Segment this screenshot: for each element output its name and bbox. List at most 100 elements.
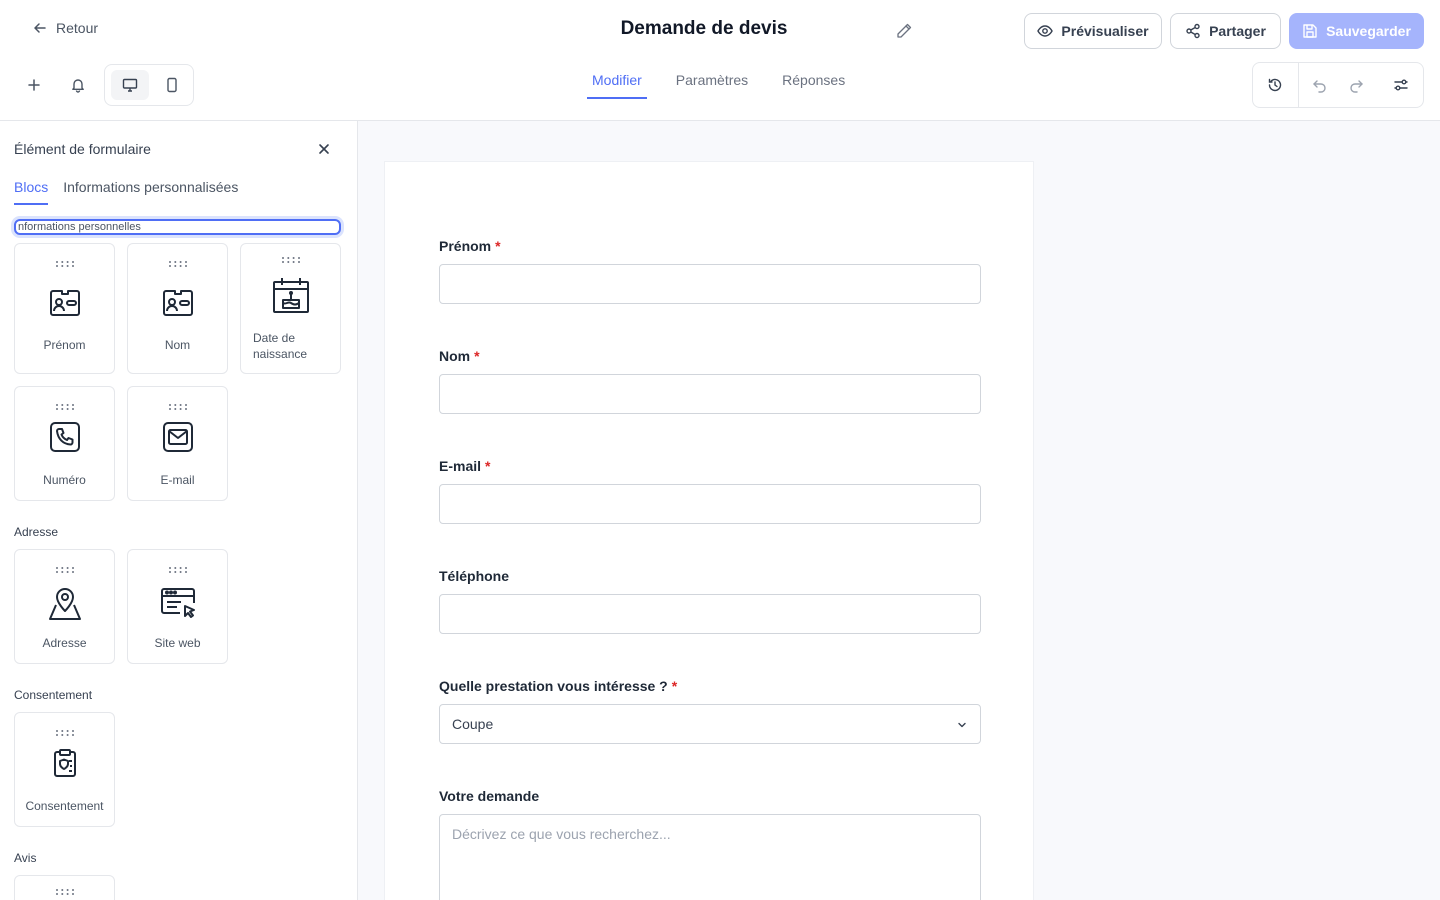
- drag-handle-icon: [168, 567, 187, 573]
- smartphone-icon: [167, 77, 177, 93]
- main-tabs: Modifier Paramètres Réponses: [587, 70, 850, 99]
- sidebar-tabs: Blocs Informations personnalisées: [14, 179, 238, 205]
- chevron-down-icon: [958, 722, 966, 728]
- email-input[interactable]: [439, 484, 981, 524]
- map-pin-icon: [48, 588, 81, 620]
- save-label: Sauvegarder: [1326, 23, 1411, 39]
- clipboard-shield-icon: [53, 749, 76, 777]
- block-card-avis[interactable]: [14, 875, 115, 900]
- sidebar-title: Élément de formulaire: [14, 141, 151, 157]
- prenom-input[interactable]: [439, 264, 981, 304]
- block-label: Date de naissance: [253, 331, 308, 361]
- undo-button[interactable]: [1306, 71, 1334, 99]
- phone-icon: [49, 422, 80, 452]
- block-card-numero[interactable]: Numéro: [14, 386, 115, 501]
- drag-handle-icon: [55, 261, 74, 267]
- share-label: Partager: [1209, 23, 1266, 39]
- preview-button[interactable]: Prévisualiser: [1024, 13, 1162, 49]
- history-clock-icon: [1268, 78, 1282, 92]
- block-label: Numéro: [43, 473, 86, 487]
- field-label-email: E-mail *: [439, 458, 491, 474]
- drag-handle-icon: [168, 261, 187, 267]
- field-label-prenom: Prénom *: [439, 238, 501, 254]
- mobile-view-button[interactable]: [153, 70, 191, 100]
- field-label-nom: Nom *: [439, 348, 480, 364]
- redo-icon: [1350, 80, 1363, 93]
- field-label-telephone: Téléphone: [439, 568, 510, 584]
- drag-handle-icon: [55, 567, 74, 573]
- redo-button[interactable]: [1342, 71, 1370, 99]
- tab-reponses[interactable]: Réponses: [777, 70, 850, 99]
- block-card-site-web[interactable]: Site web: [127, 549, 228, 664]
- required-asterisk: *: [495, 238, 501, 254]
- block-card-consentement[interactable]: Consentement: [14, 712, 115, 827]
- back-label: Retour: [56, 20, 99, 36]
- id-card-icon: [162, 290, 193, 316]
- block-label: E-mail: [160, 473, 195, 487]
- section-heading-adresse: Adresse: [14, 525, 59, 539]
- tab-modifier[interactable]: Modifier: [587, 70, 647, 99]
- form-canvas: Prénom * Nom * E-mail * Téléphone Quelle pr…: [358, 121, 1440, 900]
- drag-handle-icon: [281, 257, 300, 263]
- plus-icon: [28, 79, 40, 91]
- sidebar-tab-custom-info[interactable]: Informations personnalisées: [63, 179, 238, 205]
- drag-handle-icon: [55, 730, 74, 736]
- block-label: Nom: [164, 338, 191, 352]
- prestation-select[interactable]: Coupe: [439, 704, 981, 744]
- section-heading-consentement: Consentement: [14, 688, 93, 702]
- field-label-demande: Votre demande: [439, 788, 540, 804]
- email-icon: [162, 422, 193, 452]
- block-card-email[interactable]: E-mail: [127, 386, 228, 501]
- block-card-prenom[interactable]: Prénom: [14, 243, 115, 374]
- block-label: Prénom: [43, 338, 86, 352]
- share-icon: [1186, 23, 1200, 39]
- block-card-nom[interactable]: Nom: [127, 243, 228, 374]
- form-preview-card: Prénom * Nom * E-mail * Téléphone Quelle pr…: [384, 161, 1034, 900]
- settings-sliders-button[interactable]: [1387, 71, 1415, 99]
- form-elements-sidebar: Élément de formulaire Blocs Informations…: [0, 121, 358, 900]
- block-card-date-naissance[interactable]: Date de naissance: [240, 243, 341, 374]
- demande-textarea[interactable]: Décrivez ce que vous recherchez...: [439, 814, 981, 900]
- save-button[interactable]: Sauvegarder: [1289, 13, 1424, 49]
- section-heading-avis: Avis: [14, 851, 37, 865]
- id-card-icon: [49, 290, 80, 316]
- toolbar-divider: [1298, 63, 1299, 107]
- monitor-icon: [122, 78, 138, 92]
- section-title-input[interactable]: nformations personnelles: [14, 219, 341, 235]
- required-asterisk: *: [485, 458, 491, 474]
- sidebar-close-button[interactable]: [314, 139, 334, 159]
- required-asterisk: *: [474, 348, 480, 364]
- pencil-icon[interactable]: [895, 22, 913, 40]
- arrow-left-icon: [34, 23, 46, 33]
- birthday-calendar-icon: [272, 278, 309, 313]
- drag-handle-icon: [55, 404, 74, 410]
- history-button[interactable]: [1261, 71, 1289, 99]
- nom-input[interactable]: [439, 374, 981, 414]
- desktop-view-button[interactable]: [111, 70, 149, 100]
- back-link[interactable]: Retour: [32, 20, 98, 36]
- share-button[interactable]: Partager: [1170, 13, 1281, 49]
- tab-parametres[interactable]: Paramètres: [671, 70, 753, 99]
- sliders-icon: [1394, 79, 1408, 91]
- block-label: Site web: [154, 636, 201, 650]
- sidebar-tab-blocs[interactable]: Blocs: [14, 179, 49, 205]
- form-title: Demande de devis: [620, 18, 788, 39]
- drag-handle-icon: [168, 404, 187, 410]
- history-toolbar: [1252, 62, 1424, 108]
- block-label: Consentement: [25, 799, 104, 813]
- undo-icon: [1313, 80, 1326, 93]
- block-label: Adresse: [42, 636, 87, 650]
- block-card-adresse[interactable]: Adresse: [14, 549, 115, 664]
- telephone-input[interactable]: [439, 594, 981, 634]
- drag-handle-icon: [55, 889, 74, 895]
- required-asterisk: *: [671, 678, 678, 694]
- notifications-button[interactable]: [63, 70, 93, 100]
- close-icon: [319, 144, 329, 154]
- website-cursor-icon: [160, 588, 195, 618]
- top-header: Retour Demande de devis Prévisualiser Pa…: [0, 0, 1440, 121]
- add-button[interactable]: [19, 70, 49, 100]
- bell-icon: [72, 79, 84, 93]
- device-toggle: [104, 64, 194, 106]
- preview-label: Prévisualiser: [1061, 23, 1149, 39]
- select-value: Coupe: [452, 716, 494, 732]
